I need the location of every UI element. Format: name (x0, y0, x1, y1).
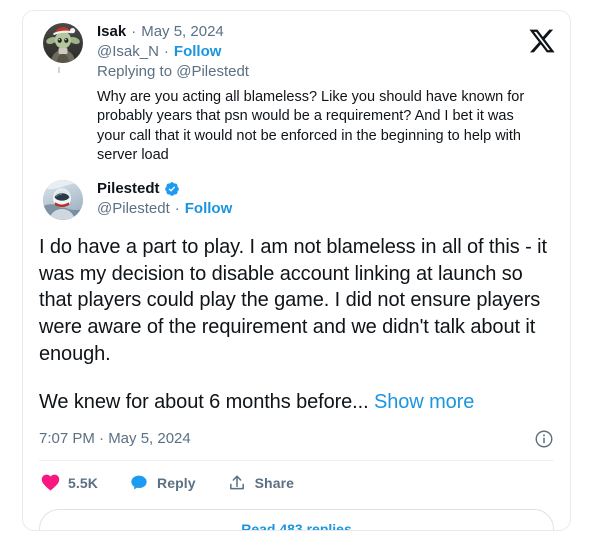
quoted-separator: · (131, 23, 137, 40)
main-handle[interactable]: @Pilestedt (97, 200, 170, 219)
quoted-tweet-text: Why are you acting all blameless? Like y… (97, 88, 525, 164)
main-tweet: Pilestedt @Pilestedt · Follow I do have … (23, 166, 570, 494)
quoted-tweet: Isak · May 5, 2024 @Isak_N · Follow Repl… (23, 11, 570, 166)
share-upload-icon (226, 472, 248, 494)
main-tweet-paragraph-1: I do have a part to play. I am not blame… (39, 235, 547, 365)
quoted-follow-link[interactable]: Follow (174, 43, 222, 62)
tweet-timestamp: 7:07 PM · May 5, 2024 (39, 430, 191, 448)
main-name-row: Pilestedt (97, 180, 554, 199)
avatar-grogu-santa[interactable] (43, 23, 83, 63)
main-display-name: Pilestedt (97, 179, 160, 197)
read-replies-container: Read 483 replies (23, 494, 570, 530)
main-follow-link[interactable]: Follow (185, 200, 233, 219)
main-tweet-paragraph-2-line: We knew for about 6 months before... Sho… (39, 389, 554, 416)
thread-connector-line (58, 67, 60, 73)
quoted-replying-to[interactable]: Replying to @Pilestedt (97, 63, 554, 80)
verified-badge-icon (164, 181, 180, 197)
main-handle-separator: · (174, 199, 180, 217)
main-tweet-header: Pilestedt @Pilestedt · Follow (39, 179, 554, 220)
timestamp-row: 7:07 PM · May 5, 2024 (39, 429, 554, 461)
quoted-display-name: Isak (97, 23, 127, 40)
heart-icon (39, 472, 61, 494)
show-more-link[interactable]: Show more (374, 391, 474, 413)
like-action[interactable]: 5.5K (39, 472, 98, 494)
share-label: Share (254, 474, 295, 491)
quoted-name-row: Isak · May 5, 2024 (97, 23, 554, 42)
share-action[interactable]: Share (226, 472, 294, 494)
info-circle-icon[interactable] (534, 429, 554, 449)
tweet-actions-bar: 5.5K Reply Share (39, 461, 554, 494)
main-avatar-column (39, 179, 87, 220)
quoted-handle-row: @Isak_N · Follow (97, 43, 554, 62)
avatar-pilestedt[interactable] (43, 179, 83, 220)
quoted-handle[interactable]: @Isak_N (97, 43, 159, 62)
main-tweet-identity: Pilestedt @Pilestedt · Follow (87, 180, 554, 219)
quoted-avatar-column (39, 23, 87, 73)
quoted-date: May 5, 2024 (141, 23, 224, 40)
read-replies-button[interactable]: Read 483 replies (39, 508, 554, 530)
quoted-tweet-identity: Isak · May 5, 2024 @Isak_N · Follow Repl… (87, 23, 554, 80)
like-count: 5.5K (68, 474, 98, 491)
quoted-tweet-header: Isak · May 5, 2024 @Isak_N · Follow Repl… (39, 23, 554, 80)
comment-icon (128, 472, 150, 494)
quoted-handle-separator: · (163, 42, 169, 60)
main-tweet-text: I do have a part to play. I am not blame… (39, 234, 554, 416)
main-handle-row: @Pilestedt · Follow (97, 200, 554, 219)
reply-label: Reply (156, 474, 196, 491)
reply-action[interactable]: Reply (128, 472, 196, 494)
main-tweet-paragraph-2: We knew for about 6 months before... (39, 390, 369, 413)
tweet-embed-card: Isak · May 5, 2024 @Isak_N · Follow Repl… (22, 10, 571, 531)
